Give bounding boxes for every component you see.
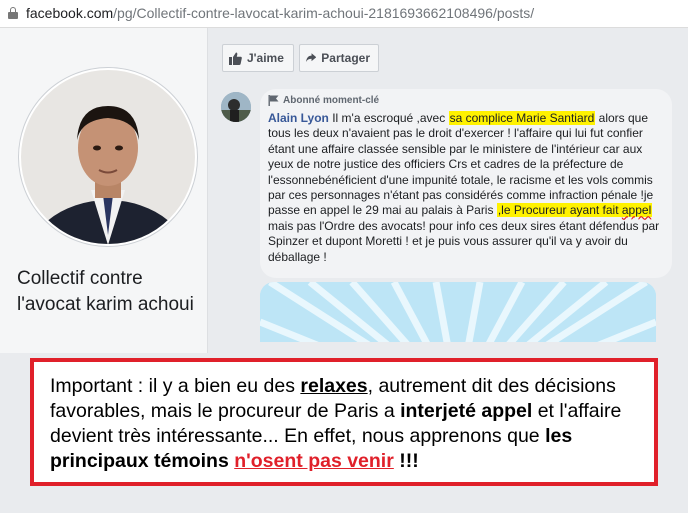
share-label: Partager [321,51,370,65]
page-sidebar: Collectif contre l'avocat karim achoui [0,28,208,353]
callout-segment: Important : il y a bien eu des [50,375,301,397]
post-image[interactable] [260,282,656,342]
sunburst-image [260,282,656,342]
profile-photo-image [21,70,195,244]
callout-emphasis: !!! [399,450,419,472]
comment-text: Alain Lyon Il m'a escroqué ,avec sa comp… [268,111,668,265]
callout-emphasis-red: n'osent pas venir [234,450,394,472]
important-callout: Important : il y a bien eu des relaxes, … [30,358,658,486]
badge-label: Abonné moment-clé [283,95,380,106]
commenter-avatar-image [221,92,251,122]
lock-icon [8,7,18,19]
commenter-avatar[interactable] [221,92,251,122]
comment-badge: Abonné moment-clé [268,95,379,106]
comment-segment: alors que tous les deux n'avaient pas le… [268,111,654,218]
like-label: J'aime [247,51,284,65]
highlighted-phrase: ,le Procureur ayant fait appel [496,203,653,218]
callout-emphasis: interjeté appel [400,400,533,422]
highlighted-phrase: sa complice Marie Santiard [448,111,596,125]
share-arrow-icon [306,53,317,62]
comment-segment: Il m'a escroqué ,avec [328,111,449,125]
callout-text: Important : il y a bien eu des relaxes, … [50,374,650,474]
page-name[interactable]: Collectif contre l'avocat karim achoui [17,266,197,318]
url-path: /pg/Collectif-contre-lavocat-karim-achou… [113,5,535,21]
url-text[interactable]: facebook.com/pg/Collectif-contre-lavocat… [26,5,534,21]
callout-emphasis: relaxes [300,375,368,397]
flag-icon [268,95,279,106]
page-profile-photo[interactable] [19,68,197,246]
address-bar[interactable]: facebook.com/pg/Collectif-contre-lavocat… [0,0,688,28]
comment-author-link[interactable]: Alain Lyon [268,111,329,125]
url-domain: facebook.com [26,5,114,21]
underlined-word: appel [621,203,652,218]
thumbs-up-icon [229,52,242,65]
share-button[interactable]: Partager [299,44,379,72]
comment-segment: mais pas l'Ordre des avocats! pour info … [268,218,660,264]
like-button[interactable]: J'aime [222,44,294,72]
highlight-part: ,le Procureur ayant fait [497,203,622,218]
